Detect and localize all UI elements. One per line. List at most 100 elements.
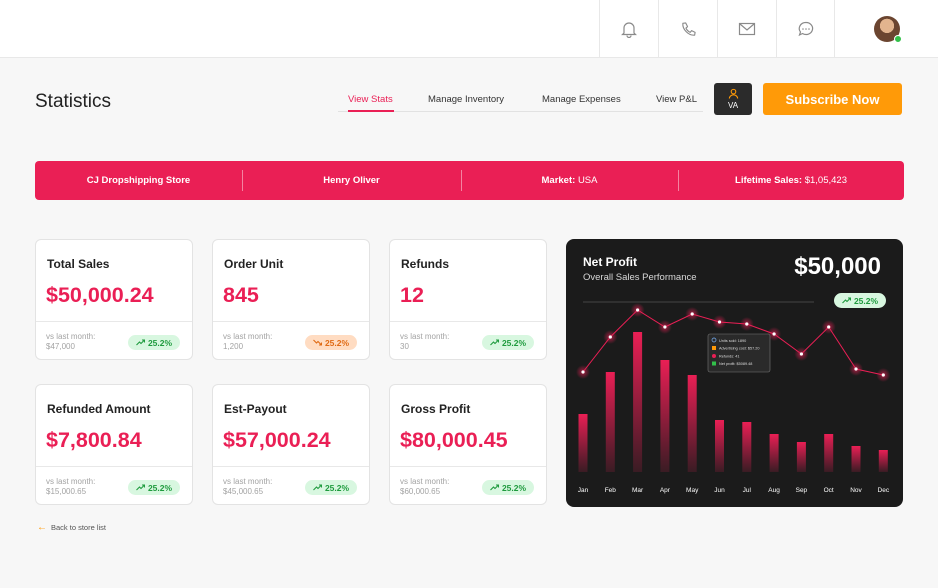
month-label: Mar (632, 487, 644, 494)
card-value: $50,000.24 (46, 283, 154, 307)
tooltip-line: Net profit: $5089.48 (719, 362, 752, 366)
phone-icon (681, 21, 696, 36)
tab-view-stats[interactable]: View Stats (348, 94, 393, 105)
user-icon (728, 88, 738, 99)
month-label: Feb (605, 487, 617, 494)
owner-name: Henry Oliver (323, 175, 380, 186)
month-label: Jun (714, 487, 725, 494)
card-divider (36, 466, 192, 467)
card-label: Total Sales (47, 257, 110, 271)
stat-card-gross-profit[interactable]: Gross Profit $80,000.45 vs last month: $6… (389, 384, 547, 505)
month-label: Jan (578, 487, 589, 494)
card-divider (390, 466, 546, 467)
subscribe-button[interactable]: Subscribe Now (763, 83, 902, 115)
mail-icon (738, 22, 756, 36)
chart-bar-jan[interactable] (578, 414, 588, 472)
card-value: 12 (400, 283, 424, 307)
card-label: Order Unit (224, 257, 284, 271)
chart-bar-jun[interactable] (715, 420, 724, 472)
card-comparison: vs last month: $47,000 (46, 332, 96, 351)
net-profit-card: Net Profit Overall Sales Performance $50… (566, 239, 903, 507)
trend-down-icon (313, 339, 322, 346)
card-comparison: vs last month: $15,000.65 (46, 477, 96, 496)
month-label: Dec (878, 487, 890, 494)
chart-point-mar[interactable] (636, 308, 640, 312)
chart-bar-jul[interactable] (742, 422, 752, 472)
chart-point-jun[interactable] (717, 320, 722, 324)
chart-point-aug[interactable] (772, 332, 776, 336)
chart-point-apr[interactable] (663, 325, 667, 329)
user-avatar (873, 16, 902, 43)
chart-point-may[interactable] (690, 312, 694, 316)
call-button[interactable] (658, 0, 717, 58)
card-label: Refunded Amount (47, 402, 151, 416)
chart-bar-oct[interactable] (824, 434, 834, 472)
card-label: Gross Profit (401, 402, 471, 416)
chart-bar-sep[interactable] (796, 442, 806, 472)
chart-bar-aug[interactable] (769, 434, 779, 472)
tab-bar: View Stats Manage Inventory Manage Expen… (338, 91, 703, 112)
chart-point-sep[interactable] (799, 352, 803, 356)
tooltip-line: Advertising cost: $57.20 (719, 347, 760, 351)
trend-up-icon (490, 484, 499, 491)
profile-button[interactable] (834, 0, 938, 58)
month-label: Jul (743, 487, 752, 494)
owner-cell: Henry Oliver (242, 161, 461, 200)
mail-button[interactable] (717, 0, 776, 58)
chart-point-jul[interactable] (745, 322, 749, 326)
card-comparison: vs last month: $60,000.65 (400, 477, 450, 496)
stat-card-refunds[interactable]: Refunds 12 vs last month: 30 25.2% (389, 239, 547, 360)
month-label: Apr (660, 487, 671, 494)
chart-tooltip: Units sold: 1890 Advertising cost: $57.2… (707, 333, 771, 373)
stat-card-order-unit[interactable]: Order Unit 845 vs last month: 1,200 25.2% (212, 239, 370, 360)
stat-card-est-payout[interactable]: Est-Payout $57,000.24 vs last month: $45,… (212, 384, 370, 505)
net-profit-chart: Jan Feb Mar Apr May Jun Jul Aug Sep Oct Nov Dec Uni… (576, 301, 891, 494)
chart-bar-mar[interactable] (633, 332, 643, 472)
tab-manage-inventory[interactable]: Manage Inventory (428, 94, 504, 105)
va-button[interactable]: VA (714, 83, 752, 115)
trend-up-icon (136, 339, 145, 346)
lifetime-sales-label: Lifetime Sales: (735, 175, 803, 186)
chart-bar-feb[interactable] (605, 372, 615, 472)
chart-point-dec[interactable] (881, 373, 885, 377)
stat-card-total-sales[interactable]: Total Sales $50,000.24 vs last month: $47… (35, 239, 193, 360)
month-label: Sep (796, 487, 808, 494)
lifetime-sales-value: $1,05,423 (804, 175, 847, 186)
notifications-button[interactable] (599, 0, 658, 58)
arrow-left-icon: ← (37, 522, 47, 533)
chart-point-oct[interactable] (827, 325, 831, 329)
market-value: USA (577, 175, 598, 186)
page-title: Statistics (35, 91, 112, 112)
store-name: CJ Dropshipping Store (86, 175, 191, 186)
card-comparison: vs last month: $45,000.65 (223, 477, 273, 496)
chart-bar-nov[interactable] (851, 446, 861, 472)
change-badge: 25.2% (482, 480, 534, 495)
chart-bar-apr[interactable] (660, 360, 670, 472)
chart-bar-may[interactable] (687, 375, 697, 472)
chart-point-jan[interactable] (581, 370, 585, 374)
change-badge: 25.2% (128, 480, 180, 495)
trend-up-icon (313, 484, 322, 491)
back-to-store-list-link[interactable]: ← Back to store list (37, 522, 106, 533)
tab-manage-expenses[interactable]: Manage Expenses (542, 94, 621, 105)
market-cell: Market: USA (461, 161, 678, 200)
stat-card-refunded-amount[interactable]: Refunded Amount $7,800.84 vs last month:… (35, 384, 193, 505)
net-profit-change-badge: 25.2% (834, 293, 886, 308)
trend-up-icon (490, 339, 499, 346)
change-badge: 25.2% (128, 335, 180, 350)
trend-up-icon (136, 484, 145, 491)
lifetime-sales-cell: Lifetime Sales: $1,05,423 (678, 161, 904, 200)
chart-bar-dec[interactable] (878, 450, 888, 472)
card-label: Refunds (401, 257, 449, 271)
chart-point-feb[interactable] (608, 335, 612, 339)
online-status-dot (893, 35, 902, 43)
tooltip-line: Units sold: 1890 (719, 339, 746, 343)
card-value: 845 (223, 283, 259, 307)
change-badge: 25.2% (305, 480, 357, 495)
va-label: VA (727, 101, 739, 110)
messages-button[interactable] (776, 0, 835, 58)
tab-view-pl[interactable]: View P&L (656, 94, 697, 105)
store-info-bar: CJ Dropshipping Store Henry Oliver Marke… (35, 161, 904, 200)
month-label: May (686, 487, 699, 494)
chart-point-nov[interactable] (854, 367, 858, 371)
